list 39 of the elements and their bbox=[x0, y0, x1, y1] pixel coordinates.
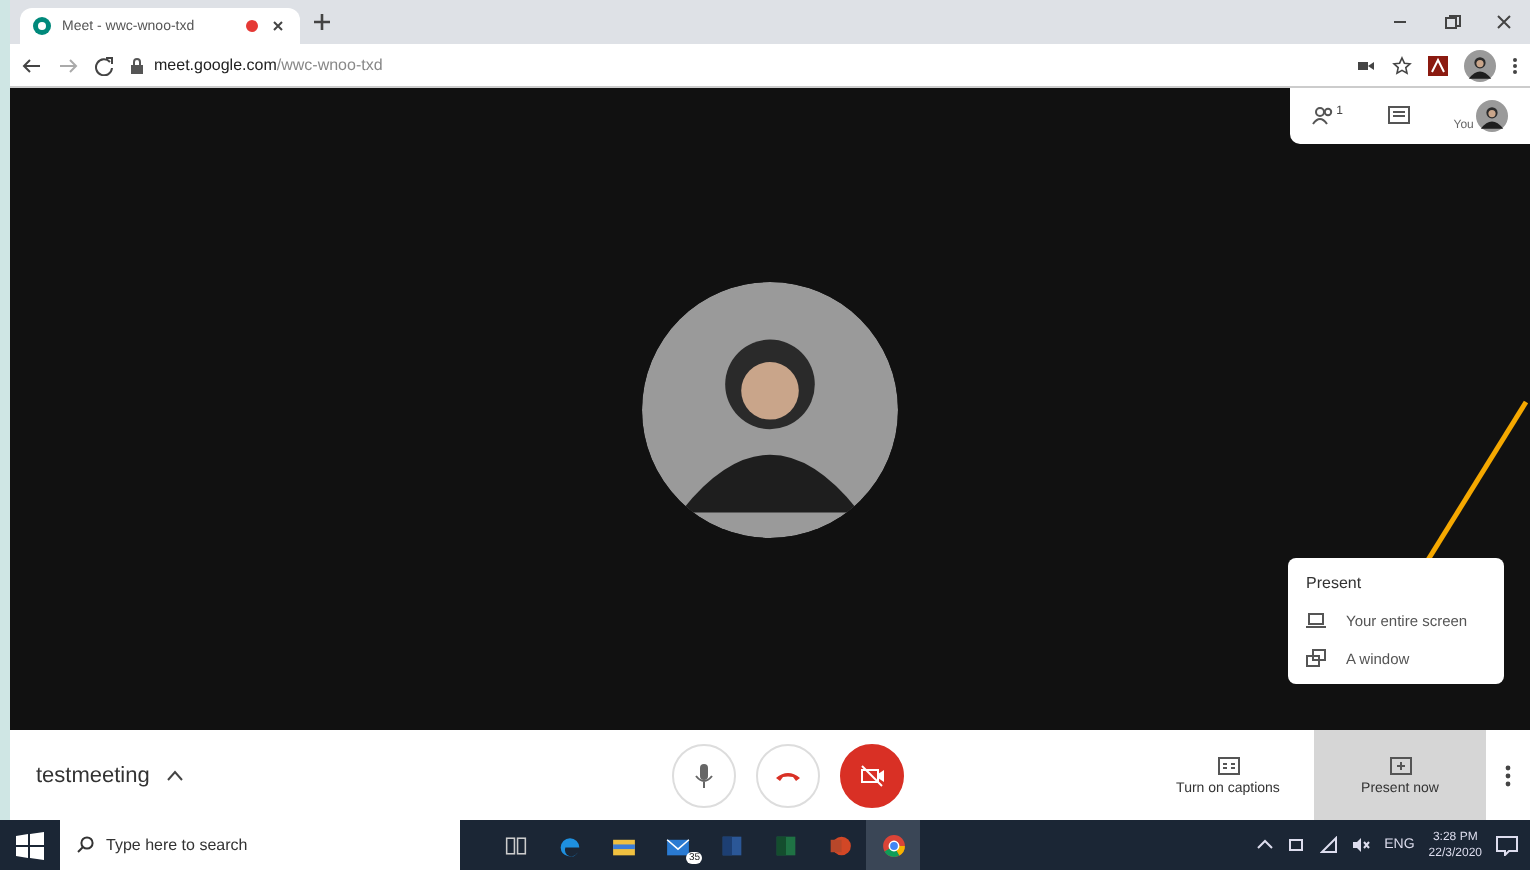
chat-icon[interactable] bbox=[1387, 106, 1410, 126]
close-icon[interactable] bbox=[1494, 12, 1514, 32]
taskbar-search-field[interactable]: Type here to search bbox=[60, 820, 460, 870]
new-tab-icon[interactable] bbox=[312, 12, 332, 32]
chevron-up-icon[interactable] bbox=[165, 769, 184, 781]
close-icon[interactable] bbox=[268, 16, 288, 36]
laptop-icon bbox=[1306, 610, 1326, 630]
back-icon[interactable] bbox=[22, 55, 42, 75]
star-icon[interactable] bbox=[1392, 55, 1412, 75]
menu-title: Present bbox=[1306, 574, 1364, 592]
reload-icon[interactable] bbox=[94, 55, 114, 75]
self-avatar bbox=[1475, 100, 1508, 132]
pdf-extension-icon[interactable] bbox=[1428, 55, 1448, 75]
hangup-button[interactable] bbox=[756, 743, 820, 807]
menu-icon[interactable] bbox=[1512, 55, 1518, 75]
meet-icon bbox=[32, 16, 52, 36]
people-icon bbox=[1312, 106, 1337, 126]
mic-icon bbox=[690, 761, 718, 789]
windows-start-icon[interactable] bbox=[16, 831, 44, 859]
camera-off-icon bbox=[858, 761, 886, 789]
chrome-icon bbox=[879, 831, 907, 859]
notifications-icon[interactable] bbox=[1496, 835, 1518, 855]
captions-icon bbox=[1217, 755, 1239, 775]
profile-avatar bbox=[1464, 49, 1496, 81]
powerpoint-icon bbox=[825, 831, 853, 859]
chevron-up-icon[interactable] bbox=[1256, 836, 1275, 854]
excel-icon bbox=[771, 831, 799, 859]
present-icon bbox=[1389, 755, 1411, 775]
restore-icon[interactable] bbox=[1442, 12, 1462, 32]
lock-icon bbox=[130, 57, 144, 73]
windows-icon bbox=[1306, 648, 1326, 668]
word-icon bbox=[717, 831, 745, 859]
speaker-muted-icon[interactable] bbox=[1352, 836, 1371, 854]
camera-button[interactable] bbox=[840, 743, 904, 807]
taskbar-app[interactable] bbox=[866, 820, 920, 870]
meeting-name[interactable]: testmeeting bbox=[36, 763, 150, 787]
taskview-icon bbox=[501, 831, 529, 859]
url-text[interactable]: meet.google.com/wwc-wnoo-txd bbox=[154, 56, 383, 74]
mic-button[interactable] bbox=[672, 743, 736, 807]
